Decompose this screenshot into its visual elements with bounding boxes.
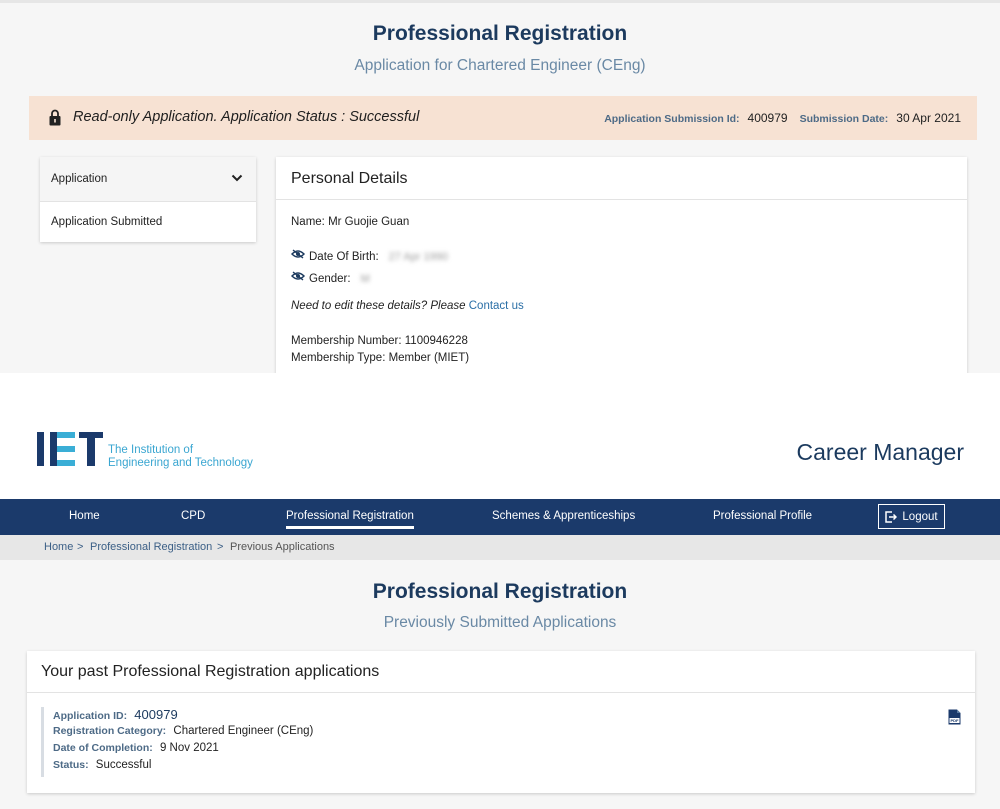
- personal-details-card: Personal Details Name: Mr Guojie Guan Da…: [276, 157, 967, 373]
- card-title: Your past Professional Registration appl…: [41, 663, 380, 680]
- breadcrumb: Home > Professional Registration > Previ…: [0, 535, 1000, 560]
- iet-logo[interactable]: [37, 432, 107, 467]
- submission-date-label: Submission Date:: [799, 113, 889, 125]
- gender-value-hidden: M: [360, 273, 370, 285]
- membership-number: Membership Number: 1100946228: [291, 335, 468, 347]
- sidebar-section-label: Application: [51, 173, 108, 185]
- pdf-icon[interactable]: PDF: [948, 709, 961, 725]
- past-applications-card: Your past Professional Registration appl…: [27, 651, 975, 793]
- category-value: Chartered Engineer (CEng): [173, 725, 314, 737]
- banner-status-text: Read-only Application. Application Statu…: [73, 109, 420, 125]
- breadcrumb-home[interactable]: Home: [44, 541, 73, 553]
- help-text: Need to edit these details? Please: [291, 300, 466, 312]
- dob-field: Date Of Birth: 27 Apr 1990: [291, 249, 448, 263]
- gender-field: Gender: M: [291, 271, 370, 285]
- status-label: Status:: [53, 759, 89, 771]
- page-title: Professional Registration: [372, 22, 628, 45]
- nav-professional-profile[interactable]: Professional Profile: [713, 510, 812, 522]
- brand-header: The Institution of Engineering and Techn…: [0, 373, 1000, 499]
- svg-text:PDF: PDF: [951, 718, 960, 723]
- eye-slash-icon[interactable]: [291, 249, 305, 259]
- membership-type: Membership Type: Member (MIET): [291, 352, 470, 364]
- card-header: Your past Professional Registration appl…: [27, 651, 975, 693]
- logo-text-line2: Engineering and Technology: [108, 457, 253, 469]
- completion-row: Date of Completion: 9 Nov 2021: [53, 742, 219, 754]
- dob-label: Date Of Birth:: [309, 251, 379, 263]
- logo-text-line1: The Institution of: [108, 444, 194, 456]
- logout-button[interactable]: Logout: [878, 504, 945, 529]
- name-field: Name: Mr Guojie Guan: [291, 216, 410, 228]
- eye-slash-icon[interactable]: [291, 271, 305, 281]
- app-title: Career Manager: [796, 439, 964, 465]
- submission-meta: Application Submission Id: 400979 Submis…: [604, 111, 961, 125]
- sidebar-section-application[interactable]: Application: [40, 157, 256, 202]
- submission-id-label: Application Submission Id:: [604, 113, 740, 125]
- logout-label: Logout: [902, 510, 938, 523]
- dob-value-hidden: 27 Apr 1990: [388, 251, 449, 263]
- main-nav: Home CPD Professional Registration Schem…: [0, 499, 1000, 535]
- nav-home[interactable]: Home: [69, 510, 100, 522]
- nav-cpd[interactable]: CPD: [181, 510, 205, 522]
- status-banner: Read-only Application. Application Statu…: [29, 96, 977, 140]
- gender-label: Gender:: [309, 273, 351, 285]
- nav-schemes-apprenticeships[interactable]: Schemes & Apprenticeships: [492, 510, 635, 522]
- breadcrumb-professional-registration[interactable]: Professional Registration: [90, 541, 212, 553]
- contact-us-link[interactable]: Contact us: [469, 300, 524, 312]
- logout-icon: [885, 510, 898, 523]
- submission-id-value: 400979: [747, 111, 788, 125]
- category-label: Registration Category:: [53, 725, 167, 737]
- breadcrumb-previous-applications: Previous Applications: [230, 541, 335, 553]
- status-value: Successful: [95, 759, 152, 771]
- card-title: Personal Details: [291, 170, 408, 187]
- category-row: Registration Category: Chartered Enginee…: [53, 725, 313, 737]
- application-id-row: Application ID: 400979: [53, 707, 178, 722]
- card-header: Personal Details: [276, 157, 967, 200]
- previous-applications-screen: The Institution of Engineering and Techn…: [0, 373, 1000, 809]
- application-sidebar: Application Application Submitted: [40, 157, 256, 242]
- status-row: Status: Successful: [53, 759, 151, 771]
- chevron-down-icon[interactable]: [231, 173, 243, 183]
- completion-value: 9 Nov 2021: [159, 742, 219, 754]
- page-subtitle: Application for Chartered Engineer (CEng…: [354, 57, 646, 74]
- sidebar-item-application-submitted[interactable]: Application Submitted: [51, 216, 162, 228]
- application-view-screen: Professional Registration Application fo…: [0, 0, 1000, 373]
- breadcrumb-separator: >: [77, 541, 84, 553]
- edit-details-hint: Need to edit these details? Please Conta…: [291, 300, 524, 312]
- logo-text: The Institution of Engineering and Techn…: [108, 444, 253, 470]
- breadcrumb-separator: >: [217, 541, 224, 553]
- lock-icon: [49, 109, 61, 126]
- application-entry: Application ID: 400979 Registration Cate…: [41, 707, 313, 777]
- page-subtitle: Previously Submitted Applications: [383, 614, 617, 631]
- submission-date-value: 30 Apr 2021: [896, 111, 961, 125]
- application-id-label: Application ID:: [53, 710, 128, 722]
- page-title: Professional Registration: [372, 580, 628, 603]
- nav-professional-registration[interactable]: Professional Registration: [286, 510, 414, 529]
- application-id-value[interactable]: 400979: [134, 707, 177, 722]
- completion-label: Date of Completion:: [53, 742, 153, 754]
